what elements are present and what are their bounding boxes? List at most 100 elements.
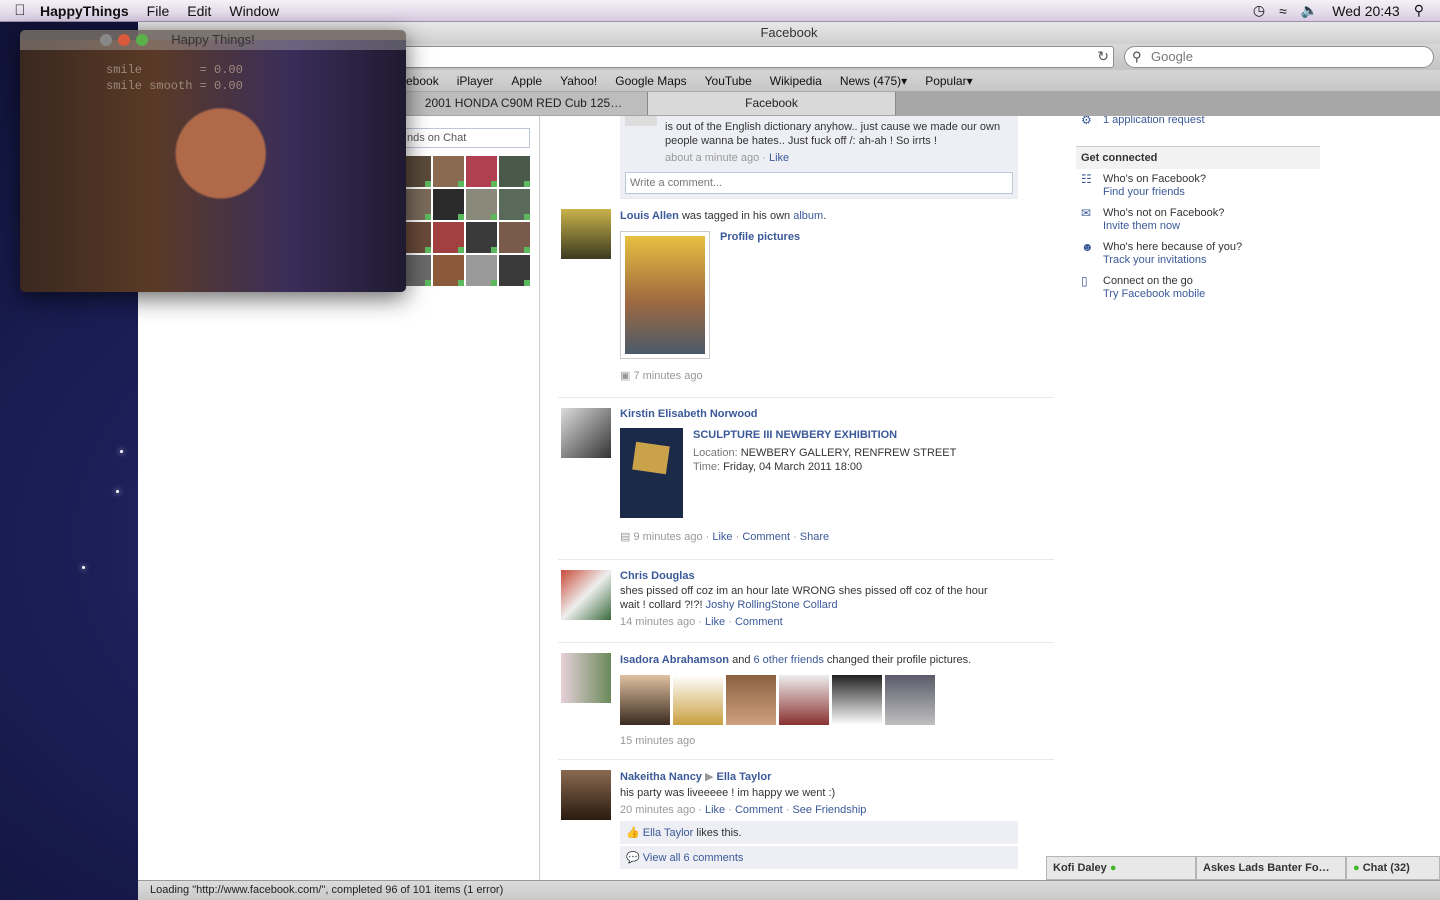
chat-friend-thumb[interactable]: [466, 156, 497, 187]
commenter-avatar[interactable]: [625, 116, 657, 126]
chat-tab-user[interactable]: Kofi Daley ●: [1046, 856, 1196, 880]
happythings-title: Happy Things!: [171, 32, 255, 47]
comment-like-link[interactable]: Like: [769, 152, 789, 164]
find-friends-icon: ☷: [1081, 172, 1092, 186]
chat-friend-thumb[interactable]: [499, 255, 530, 286]
story-time[interactable]: 20 minutes ago: [620, 804, 695, 816]
invite-link[interactable]: Invite them now: [1103, 220, 1224, 233]
profile-picture-thumb[interactable]: [832, 675, 882, 725]
facebook-mobile-link[interactable]: Try Facebook mobile: [1103, 288, 1205, 301]
see-friendship-link[interactable]: See Friendship: [792, 804, 866, 816]
avatar[interactable]: [561, 653, 611, 703]
view-all-comments-link[interactable]: View all 6 comments: [643, 852, 744, 864]
bookmark-apple[interactable]: Apple: [511, 74, 542, 88]
comment-input-wrap: Write a comment...: [620, 168, 1018, 199]
like-link[interactable]: Like: [705, 616, 725, 628]
comment-link[interactable]: Comment: [735, 616, 783, 628]
profile-picture-thumb[interactable]: [726, 675, 776, 725]
tab-honda[interactable]: 2001 HONDA C90M RED Cub 125…: [400, 92, 648, 115]
profile-picture-thumb[interactable]: [779, 675, 829, 725]
happythings-titlebar[interactable]: Happy Things!: [20, 30, 406, 50]
bookmark-google-maps[interactable]: Google Maps: [615, 74, 686, 88]
profile-picture-thumb[interactable]: [620, 231, 710, 359]
track-invitations-link[interactable]: Track your invitations: [1103, 254, 1242, 267]
story-actor[interactable]: Isadora Abrahamson: [620, 654, 729, 666]
story-time[interactable]: 7 minutes ago: [633, 370, 702, 382]
get-connected-heading: Get connected: [1076, 146, 1320, 169]
story-and: and: [732, 654, 751, 666]
chat-friend-thumb[interactable]: [499, 156, 530, 187]
bookmark-wikipedia[interactable]: Wikipedia: [770, 74, 822, 88]
bookmark-popular[interactable]: Popular▾: [925, 74, 972, 88]
spotlight-icon[interactable]: ⚲: [1414, 2, 1424, 19]
event-title[interactable]: SCULPTURE III NEWBERY EXHIBITION: [693, 428, 956, 442]
avatar[interactable]: [561, 209, 611, 259]
comment-link[interactable]: Comment: [742, 531, 790, 543]
chat-friend-thumb[interactable]: [466, 222, 497, 253]
story-time[interactable]: 14 minutes ago: [620, 616, 695, 628]
story-actor[interactable]: Nakeitha Nancy: [620, 771, 702, 783]
other-friends-link[interactable]: 6 other friends: [754, 654, 824, 666]
volume-icon[interactable]: 🔈: [1301, 2, 1318, 19]
chat-friend-thumb[interactable]: [499, 189, 530, 220]
liker-link[interactable]: Ella Taylor: [643, 827, 694, 839]
chat-friend-thumb[interactable]: [433, 189, 464, 220]
chat-button[interactable]: ● Chat (32): [1346, 856, 1440, 880]
right-column: ⚙ 1 application request Get connected ☷ …: [1076, 116, 1320, 305]
comment-thread: is out of the English dictionary anyhow.…: [620, 116, 1018, 168]
bookmark-news[interactable]: News (475)▾: [840, 74, 907, 88]
chat-friend-thumb[interactable]: [433, 222, 464, 253]
happythings-window[interactable]: Happy Things! smile = 0.00 smile smooth …: [20, 30, 406, 292]
like-link[interactable]: Like: [712, 531, 732, 543]
desktop-star: [120, 450, 123, 453]
story-time[interactable]: 9 minutes ago: [633, 531, 702, 543]
profile-picture-thumb[interactable]: [885, 675, 935, 725]
close-icon[interactable]: [100, 34, 112, 46]
wifi-icon[interactable]: ≈: [1279, 3, 1287, 19]
story-actor[interactable]: Chris Douglas: [620, 570, 1054, 582]
event-image[interactable]: [620, 428, 683, 518]
menu-edit[interactable]: Edit: [187, 3, 211, 19]
story-target[interactable]: Ella Taylor: [717, 771, 772, 783]
menu-file[interactable]: File: [147, 3, 170, 19]
app-menu-happythings[interactable]: HappyThings: [40, 3, 129, 19]
chat-friend-thumb[interactable]: [466, 189, 497, 220]
search-input[interactable]: ⚲ Google: [1124, 46, 1434, 68]
like-link[interactable]: Like: [705, 804, 725, 816]
profile-picture-thumb[interactable]: [673, 675, 723, 725]
time-machine-icon[interactable]: ◷: [1253, 2, 1265, 19]
comment-link[interactable]: Comment: [735, 804, 783, 816]
tab-facebook[interactable]: Facebook: [648, 92, 896, 115]
chat-friend-thumb[interactable]: [499, 222, 530, 253]
chat-friend-thumb[interactable]: [466, 255, 497, 286]
reload-icon[interactable]: ↻: [1097, 48, 1109, 65]
avatar[interactable]: [561, 570, 611, 620]
profile-pictures-link[interactable]: Profile pictures: [720, 231, 800, 359]
bookmark-yahoo[interactable]: Yahoo!: [560, 74, 597, 88]
chat-tab-group[interactable]: Askes Lads Banter Fo…: [1196, 856, 1346, 880]
chat-search-input[interactable]: nds on Chat: [400, 128, 530, 148]
connect-title: Who's here because of you?: [1103, 241, 1243, 253]
chat-friend-thumb[interactable]: [433, 156, 464, 187]
tagged-friend-link[interactable]: Joshy RollingStone Collard: [706, 599, 838, 611]
apple-menu-icon[interactable]: : [0, 2, 40, 19]
find-friends-link[interactable]: Find your friends: [1103, 186, 1206, 199]
address-bar[interactable]: / ↻: [390, 46, 1114, 68]
bookmark-iplayer[interactable]: iPlayer: [457, 74, 494, 88]
profile-picture-thumb[interactable]: [620, 675, 670, 725]
minimize-icon[interactable]: [118, 34, 130, 46]
menu-window[interactable]: Window: [229, 3, 279, 19]
album-link[interactable]: album: [793, 210, 823, 222]
write-comment-input[interactable]: Write a comment...: [625, 172, 1013, 194]
menu-clock[interactable]: Wed 20:43: [1332, 3, 1399, 19]
story-time[interactable]: 15 minutes ago: [620, 735, 695, 747]
avatar[interactable]: [561, 408, 611, 458]
bookmark-youtube[interactable]: YouTube: [705, 74, 752, 88]
avatar[interactable]: [561, 770, 611, 820]
zoom-icon[interactable]: [136, 34, 148, 46]
story-actor[interactable]: Louis Allen: [620, 210, 679, 222]
share-link[interactable]: Share: [800, 531, 829, 543]
chat-friend-thumb[interactable]: [433, 255, 464, 286]
story-actor[interactable]: Kirstin Elisabeth Norwood: [620, 408, 1054, 420]
app-request-link[interactable]: 1 application request: [1103, 116, 1205, 128]
